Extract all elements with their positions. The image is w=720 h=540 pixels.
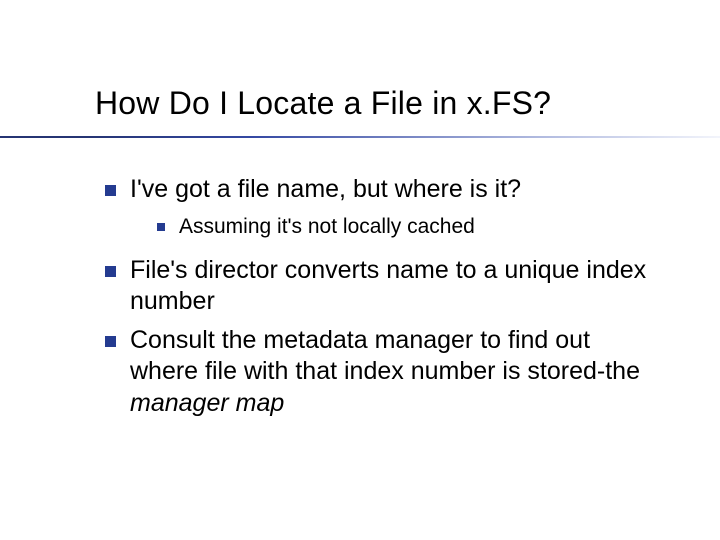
bullet-level1: File's director converts name to a uniqu… bbox=[105, 255, 665, 318]
bullet-level1: I've got a file name, but where is it? bbox=[105, 174, 665, 205]
title-underline bbox=[0, 136, 720, 138]
square-bullet-icon bbox=[157, 223, 165, 231]
bullet-text-emph: manager map bbox=[130, 389, 284, 417]
bullet-text: Assuming it's not locally cached bbox=[179, 213, 475, 240]
slide-title: How Do I Locate a File in x.FS? bbox=[95, 85, 551, 122]
square-bullet-icon bbox=[105, 266, 116, 277]
bullet-text-plain: Consult the metadata manager to find out… bbox=[130, 326, 640, 385]
bullet-text: Consult the metadata manager to find out… bbox=[130, 325, 665, 419]
bullet-text: I've got a file name, but where is it? bbox=[130, 174, 521, 205]
square-bullet-icon bbox=[105, 185, 116, 196]
slide: How Do I Locate a File in x.FS? I've got… bbox=[0, 0, 720, 540]
bullet-level1: Consult the metadata manager to find out… bbox=[105, 325, 665, 419]
bullet-level2: Assuming it's not locally cached bbox=[157, 213, 665, 240]
square-bullet-icon bbox=[105, 336, 116, 347]
slide-body: I've got a file name, but where is it? A… bbox=[105, 174, 665, 427]
sub-bullet-group: Assuming it's not locally cached bbox=[157, 213, 665, 240]
bullet-text: File's director converts name to a uniqu… bbox=[130, 255, 665, 318]
